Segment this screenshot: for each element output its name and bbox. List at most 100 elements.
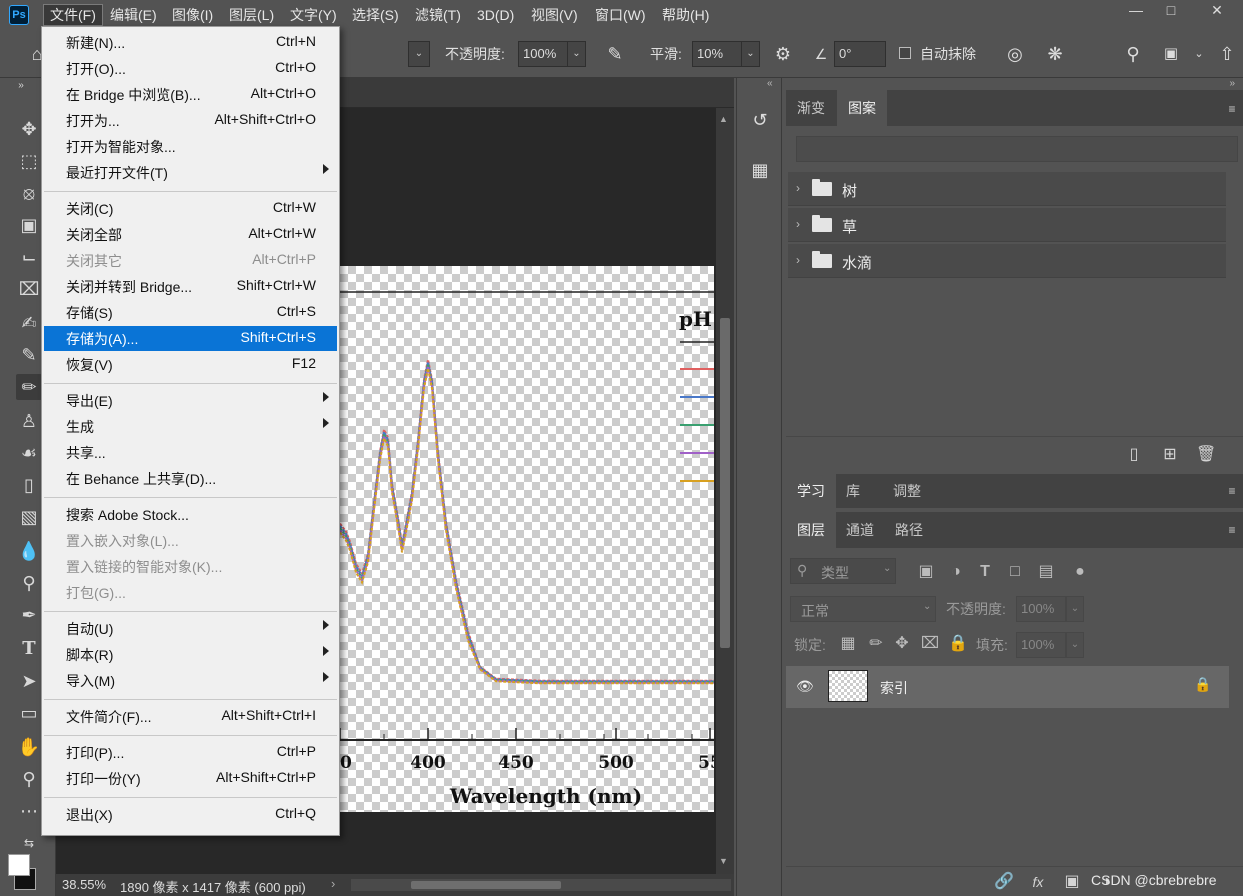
file-menu-item[interactable]: 在 Behance 上共享(D)... <box>44 466 337 491</box>
pen-tool-icon[interactable]: ✒ <box>16 602 42 628</box>
panel-menu-icon[interactable]: ≡ <box>1225 485 1239 497</box>
panel-menu-icon[interactable]: ≡ <box>1225 524 1239 536</box>
file-menu-item[interactable]: 恢复(V) F12 <box>44 352 337 377</box>
rectangle-tool-icon[interactable]: ▭ <box>16 700 42 726</box>
new-pattern-icon[interactable]: ⊞ <box>1160 445 1180 465</box>
file-menu-item[interactable]: 搜索 Adobe Stock... <box>44 502 337 527</box>
layer-opacity-input[interactable]: 100% <box>1016 596 1066 622</box>
file-menu-item[interactable]: 打开(O)... Ctrl+O <box>44 56 337 81</box>
lock-position-icon[interactable]: ✥ <box>892 634 912 654</box>
properties-panel-icon[interactable]: ▦ <box>746 156 774 184</box>
lasso-tool-icon[interactable]: ⦻ <box>16 180 42 206</box>
chevron-right-icon[interactable]: › <box>796 217 800 231</box>
pattern-folder-row[interactable]: › 水滴 <box>788 244 1226 278</box>
path-select-tool-icon[interactable]: ➤ <box>16 668 42 694</box>
collapse-strip-icon[interactable]: « <box>767 78 773 89</box>
zoom-tool-icon[interactable]: ⚲ <box>16 766 42 792</box>
eraser-tool-icon[interactable]: ▯ <box>16 472 42 498</box>
opacity-input[interactable]: 100% <box>518 41 568 67</box>
file-menu-item[interactable]: 新建(N)... Ctrl+N <box>44 30 337 55</box>
vertical-scroll-thumb[interactable] <box>720 318 730 648</box>
file-menu-item[interactable]: 打开为智能对象... <box>44 134 337 159</box>
tab-channels[interactable]: 通道 <box>835 512 885 548</box>
menu-item[interactable]: 编辑(E) <box>104 4 163 26</box>
menu-item[interactable]: 图层(L) <box>223 4 280 26</box>
file-menu-item[interactable]: 打印(P)... Ctrl+P <box>44 740 337 765</box>
eye-icon[interactable]: 👁 <box>796 678 814 695</box>
collapse-dock-icon[interactable]: » <box>1229 78 1235 89</box>
tab-paths[interactable]: 路径 <box>884 512 934 548</box>
file-menu-item[interactable]: 关闭全部 Alt+Ctrl+W <box>44 222 337 247</box>
fill-dropdown[interactable]: ⌄ <box>1066 632 1084 658</box>
chevron-right-icon[interactable]: › <box>796 181 800 195</box>
gradient-tool-icon[interactable]: ▧ <box>16 504 42 530</box>
layer-filter-select[interactable]: ⚲ 类型 ⌄ <box>790 558 896 584</box>
file-menu-item[interactable]: 关闭(C) Ctrl+W <box>44 196 337 221</box>
file-menu-item[interactable]: 打开为... Alt+Shift+Ctrl+O <box>44 108 337 133</box>
symmetry-icon[interactable]: ❋ <box>1044 43 1066 65</box>
file-menu-item[interactable]: 在 Bridge 中浏览(B)... Alt+Ctrl+O <box>44 82 337 107</box>
tab-patterns[interactable]: 图案 <box>837 90 887 126</box>
stamp-tool-icon[interactable]: ♙ <box>16 408 42 434</box>
new-group-folder-icon[interactable]: ▯ <box>1124 445 1144 465</box>
fill-input[interactable]: 100% <box>1016 632 1066 658</box>
healing-brush-tool-icon[interactable]: ✎ <box>16 342 42 368</box>
pressure-size-icon[interactable]: ◎ <box>1004 43 1026 65</box>
move-tool-icon[interactable]: ✥ <box>16 116 42 142</box>
menu-item[interactable]: 选择(S) <box>346 4 405 26</box>
tab-adjustments[interactable]: 调整 <box>882 474 932 508</box>
filter-toggle-icon[interactable]: ● <box>1070 562 1090 582</box>
file-menu-item[interactable]: 自动(U) <box>44 616 337 641</box>
search-icon[interactable]: ⚲ <box>1122 43 1144 65</box>
auto-erase-checkbox[interactable] <box>899 47 911 59</box>
file-menu-item[interactable]: 脚本(R) <box>44 642 337 667</box>
file-menu-item[interactable]: 关闭并转到 Bridge... Shift+Ctrl+W <box>44 274 337 299</box>
filter-smart-object-icon[interactable]: ▤ <box>1036 562 1056 582</box>
angle-input[interactable]: 0° <box>834 41 886 67</box>
smoothing-input[interactable]: 10% <box>692 41 742 67</box>
chevron-right-icon[interactable]: › <box>796 253 800 267</box>
menu-item[interactable]: 3D(D) <box>471 4 520 26</box>
file-menu-item[interactable]: 存储为(A)... Shift+Ctrl+S <box>44 326 337 351</box>
panel-menu-icon[interactable]: ≡ <box>1225 103 1239 115</box>
info-menu-chevron-icon[interactable]: › <box>331 876 335 891</box>
layer-name[interactable]: 索引 <box>880 678 908 698</box>
file-menu-item[interactable]: 文件简介(F)... Alt+Shift+Ctrl+I <box>44 704 337 729</box>
lock-transparent-icon[interactable]: ▦ <box>838 634 858 654</box>
swap-colors-icon[interactable]: ⇆ <box>16 830 42 856</box>
menu-item[interactable]: 窗口(W) <box>589 4 652 26</box>
file-menu-item[interactable]: 共享... <box>44 440 337 465</box>
pressure-opacity-icon[interactable]: ✎ <box>604 43 626 65</box>
menu-item[interactable]: 文字(Y) <box>284 4 343 26</box>
object-select-tool-icon[interactable]: ▣ <box>16 212 42 238</box>
menu-item[interactable]: 图像(I) <box>166 4 219 26</box>
minimize-icon[interactable]: — <box>1118 0 1154 22</box>
foreground-color-swatch[interactable] <box>8 854 30 876</box>
tab-layers[interactable]: 图层 <box>786 512 836 548</box>
trash-icon[interactable]: 🗑 <box>1196 445 1216 465</box>
file-menu-item[interactable]: 导出(E) <box>44 388 337 413</box>
marquee-tool-icon[interactable]: ⬚ <box>16 148 42 174</box>
opacity-dropdown[interactable]: ⌄ <box>568 41 586 67</box>
share-icon[interactable]: ⇧ <box>1216 43 1238 65</box>
hand-tool-icon[interactable]: ✋ <box>16 734 42 760</box>
workspace-dropdown-icon[interactable]: ⌄ <box>1188 43 1210 65</box>
history-panel-icon[interactable]: ↺ <box>746 106 774 134</box>
dodge-tool-icon[interactable]: ⚲ <box>16 570 42 596</box>
history-brush-tool-icon[interactable]: ☙ <box>16 440 42 466</box>
smoothing-dropdown[interactable]: ⌄ <box>742 41 760 67</box>
gear-icon[interactable]: ⚙ <box>772 43 794 65</box>
filter-type-icon[interactable]: T <box>975 562 995 582</box>
scroll-up-icon[interactable]: ▲ <box>719 114 728 124</box>
frame-tool-icon[interactable]: ⌧ <box>16 276 42 302</box>
blur-tool-icon[interactable]: 💧 <box>16 538 42 564</box>
restore-icon[interactable]: □ <box>1153 0 1189 22</box>
menu-item[interactable]: 滤镜(T) <box>409 4 467 26</box>
horizontal-scroll-thumb[interactable] <box>411 881 561 889</box>
file-menu-item[interactable]: 最近打开文件(T) <box>44 160 337 185</box>
filter-shape-icon[interactable]: □ <box>1005 562 1025 582</box>
file-menu-item[interactable]: 打印一份(Y) Alt+Shift+Ctrl+P <box>44 766 337 791</box>
horizontal-scrollbar[interactable] <box>351 879 731 891</box>
zoom-level[interactable]: 38.55% <box>62 877 106 892</box>
menu-item[interactable]: 文件(F) <box>43 4 103 26</box>
